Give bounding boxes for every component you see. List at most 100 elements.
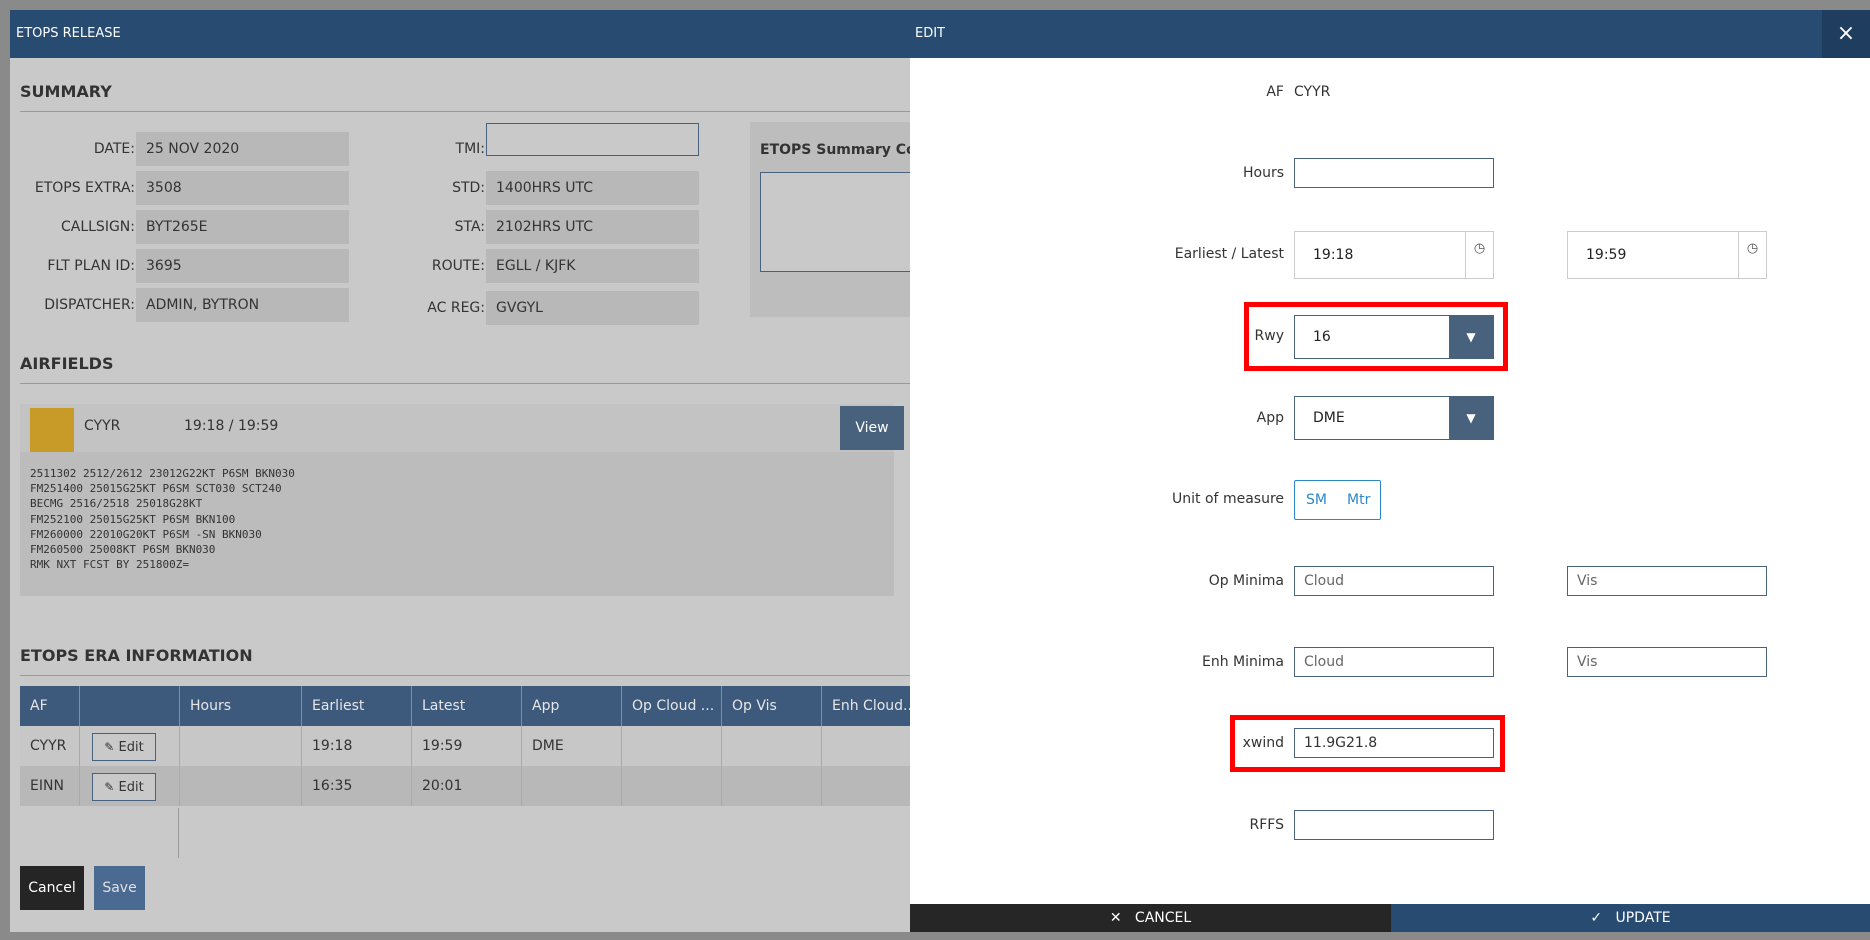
clock-icon[interactable]: ◷ [1465, 232, 1493, 278]
edit-cell: ✎ Edit [80, 726, 180, 766]
column-header[interactable]: Op Cloud ... [622, 686, 722, 726]
edit-cell: ✎ Edit [80, 766, 180, 806]
sta-label: STA: [454, 219, 485, 235]
app-cell [522, 766, 622, 806]
edit-row-button[interactable]: ✎ Edit [92, 733, 156, 761]
column-header[interactable]: Op Vis [722, 686, 822, 726]
app-select[interactable]: DME ▼ [1294, 396, 1494, 440]
edit-cancel-button[interactable]: ✕ CANCEL [910, 904, 1391, 932]
enh-cloud-cell [822, 766, 910, 806]
clock-icon[interactable]: ◷ [1738, 232, 1766, 278]
earliest-cell: 16:35 [302, 766, 412, 806]
release-cancel-button[interactable]: Cancel [20, 866, 84, 910]
airfield-times: 19:18 / 19:59 [184, 418, 279, 434]
unit-option-mtr[interactable]: Mtr [1347, 481, 1370, 519]
rffs-label: RFFS [1249, 817, 1284, 833]
op-cloud-cell [622, 726, 722, 766]
column-header[interactable]: Hours [180, 686, 302, 726]
date-label: DATE: [93, 141, 135, 157]
edit-row-button[interactable]: ✎ Edit [92, 773, 156, 801]
unit-of-measure-toggle: SM Mtr [1294, 480, 1381, 520]
ac-reg-value: GVGYL [486, 291, 699, 325]
airfields-divider [20, 383, 910, 384]
hours-cell [180, 726, 302, 766]
taf-text: 2511302 2512/2612 23012G22KT P6SM BKN030… [30, 467, 295, 572]
column-header[interactable]: Earliest [302, 686, 412, 726]
column-header[interactable] [80, 686, 180, 726]
date-value: 25 NOV 2020 [136, 132, 349, 166]
chevron-down-icon[interactable]: ▼ [1449, 396, 1493, 440]
earliest-latest-label: Earliest / Latest [1174, 246, 1284, 262]
hours-input[interactable] [1294, 158, 1494, 188]
edit-button-label: Edit [118, 780, 144, 795]
column-header[interactable]: App [522, 686, 622, 726]
column-header[interactable]: AF [20, 686, 80, 726]
xwind-highlight [1230, 715, 1505, 772]
ac-reg-label: AC REG: [427, 300, 485, 316]
op-minima-cloud-input[interactable]: Cloud [1294, 566, 1494, 596]
edit-update-label: UPDATE [1615, 910, 1671, 926]
airfields-heading: AIRFIELDS [20, 354, 114, 373]
earliest-time-value: 19:18 [1313, 247, 1354, 263]
summary-comments-textarea[interactable] [760, 172, 910, 272]
dispatcher-label: DISPATCHER: [44, 297, 135, 313]
edit-button-label: Edit [118, 740, 144, 755]
edit-update-button[interactable]: ✓ UPDATE [1391, 904, 1870, 932]
callsign-label: CALLSIGN: [60, 219, 135, 235]
op-vis-cell [722, 766, 822, 806]
unit-of-measure-label: Unit of measure [1172, 491, 1284, 507]
latest-cell: 19:59 [412, 726, 522, 766]
etops-release-window: ETOPS RELEASE SUMMARY DATE: 25 NOV 2020 … [10, 10, 910, 932]
check-icon: ✓ [1590, 910, 1603, 926]
pencil-icon: ✎ [104, 780, 115, 794]
latest-time-picker[interactable]: 19:59 ◷ [1567, 231, 1767, 279]
std-label: STD: [452, 180, 485, 196]
column-header[interactable]: Enh Cloud... [822, 686, 910, 726]
flt-plan-id-label: FLT PLAN ID: [47, 258, 135, 274]
close-icon: ✕ [1109, 910, 1122, 926]
enh-minima-vis-input[interactable]: Vis [1567, 647, 1767, 677]
table-row: EINN ✎ Edit 16:35 20:01 [20, 766, 910, 806]
era-table-header: AF Hours Earliest Latest App Op Cloud ..… [20, 686, 910, 726]
pencil-icon: ✎ [104, 740, 115, 754]
release-save-button[interactable]: Save [94, 866, 145, 910]
app-cell: DME [522, 726, 622, 766]
table-row: CYYR ✎ Edit 19:18 19:59 DME [20, 726, 910, 766]
airfield-view-button[interactable]: View [840, 406, 904, 450]
af-value: CYYR [1294, 84, 1331, 100]
earliest-time-picker[interactable]: 19:18 ◷ [1294, 231, 1494, 279]
airfield-card: CYYR 19:18 / 19:59 View 2511302 2512/261… [20, 404, 904, 596]
op-minima-vis-input[interactable]: Vis [1567, 566, 1767, 596]
app-selected-value: DME [1313, 410, 1345, 426]
hours-label: Hours [1242, 165, 1284, 181]
summary-comments-panel: ETOPS Summary Comm [750, 122, 910, 317]
enh-minima-cloud-input[interactable]: Cloud [1294, 647, 1494, 677]
summary-divider [20, 111, 910, 112]
edit-cancel-label: CANCEL [1134, 910, 1192, 926]
app-label: App [1256, 410, 1284, 426]
rffs-input[interactable] [1294, 810, 1494, 840]
latest-cell: 20:01 [412, 766, 522, 806]
latest-time-value: 19:59 [1586, 247, 1627, 263]
summary-heading: SUMMARY [20, 82, 112, 101]
af-label: AF [1266, 84, 1284, 100]
etops-release-title: ETOPS RELEASE [10, 10, 910, 58]
summary-comments-label: ETOPS Summary Comm [760, 142, 910, 158]
callsign-value: BYT265E [136, 210, 349, 244]
std-value: 1400HRS UTC [486, 171, 699, 205]
airfield-card-header: CYYR 19:18 / 19:59 View [20, 404, 904, 452]
column-header[interactable]: Latest [412, 686, 522, 726]
enh-minima-label: Enh Minima [1202, 654, 1284, 670]
close-icon[interactable]: × [1822, 10, 1870, 58]
enh-cloud-cell [822, 726, 910, 766]
etops-extra-label: ETOPS EXTRA: [34, 180, 135, 196]
op-vis-cell [722, 726, 822, 766]
airfield-code: CYYR [84, 418, 121, 434]
op-minima-label: Op Minima [1208, 573, 1284, 589]
route-label: ROUTE: [431, 258, 485, 274]
route-value: EGLL / KJFK [486, 249, 699, 283]
tmi-input[interactable] [486, 123, 699, 156]
unit-option-sm[interactable]: SM [1306, 481, 1327, 519]
airfield-status-swatch [30, 408, 74, 452]
table-column-divider [178, 808, 179, 858]
